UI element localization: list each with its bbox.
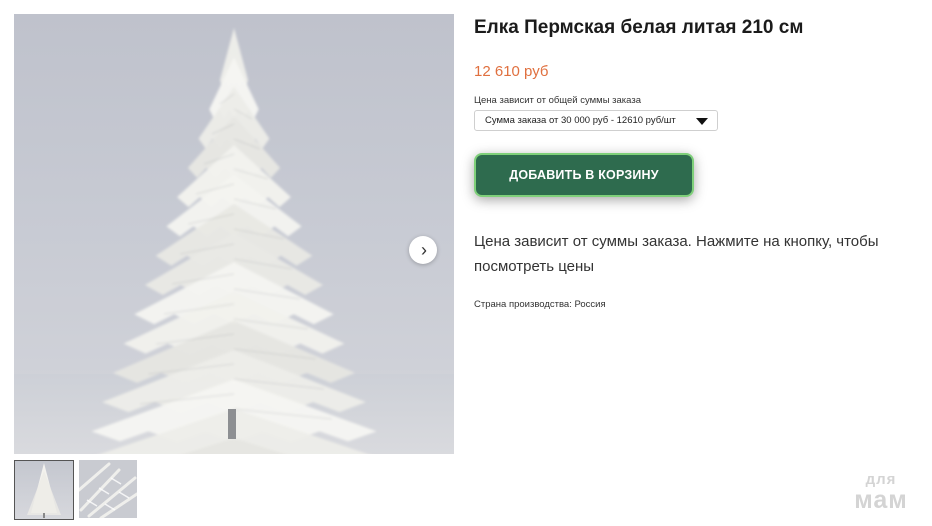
white-tree-illustration (91, 28, 377, 454)
gallery-next-button[interactable]: › (409, 236, 437, 264)
chevron-right-icon: › (421, 240, 427, 260)
order-sum-select[interactable]: Сумма заказа от 30 000 руб - 12610 руб/ш… (474, 110, 718, 131)
price-select-label: Цена зависит от общей суммы заказа (474, 95, 641, 106)
product-price: 12 610 руб (474, 63, 549, 80)
thumbnail-tree-full[interactable] (14, 460, 74, 520)
price-description: Цена зависит от суммы заказа. Нажмите на… (474, 233, 879, 275)
watermark-line2: мам (854, 486, 908, 514)
add-to-cart-button[interactable]: ДОБАВИТЬ В КОРЗИНУ (474, 153, 694, 197)
branch-thumbnail-image (79, 460, 137, 518)
watermark-logo: для мам (845, 472, 917, 513)
country-of-origin: Страна производства: Россия (474, 299, 606, 310)
order-sum-select-value: Сумма заказа от 30 000 руб - 12610 руб/ш… (485, 115, 676, 126)
product-title: Елка Пермская белая литая 210 см (474, 17, 804, 38)
main-product-image[interactable]: › (14, 14, 454, 454)
dropdown-arrow-icon (696, 118, 708, 125)
thumbnail-branch-closeup[interactable] (79, 460, 137, 518)
watermark-line1: для (865, 471, 897, 488)
tree-thumbnail-image (27, 463, 61, 518)
